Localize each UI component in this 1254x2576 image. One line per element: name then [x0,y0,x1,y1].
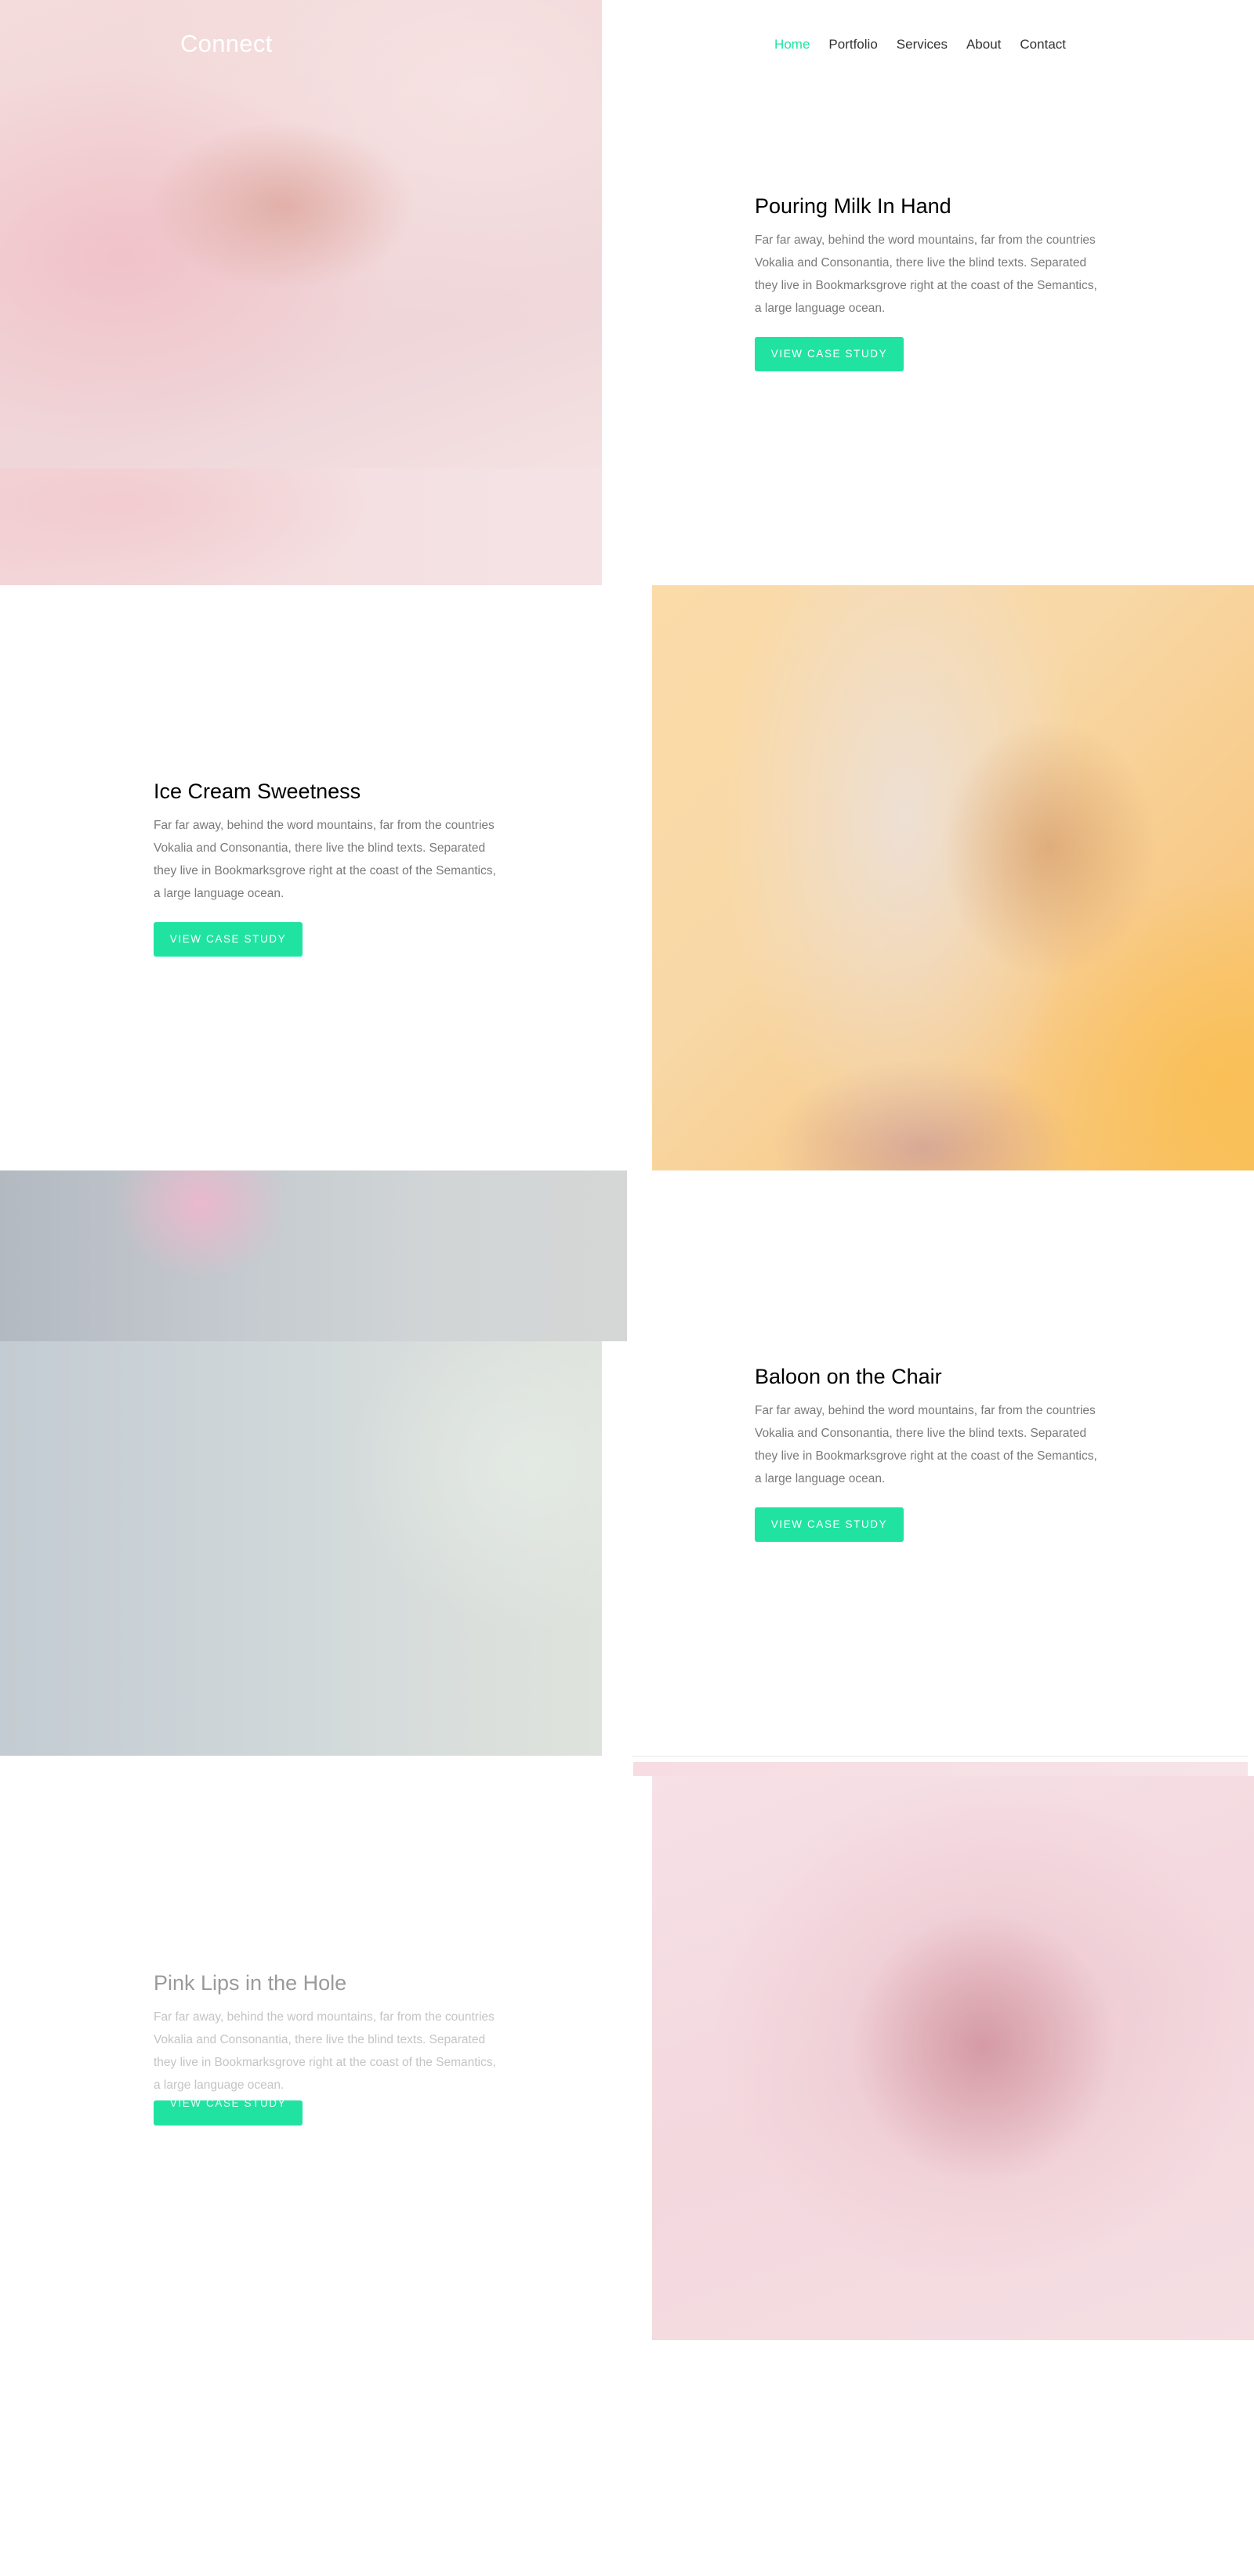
lips-photo [652,1776,1254,2340]
project-ice-cream: Ice Cream Sweetness Far far away, behind… [154,778,498,957]
project-pink-lips: Pink Lips in the Hole Far far away, behi… [154,1970,498,2126]
nav-portfolio[interactable]: Portfolio [828,36,877,53]
project-description: Far far away, behind the word mountains,… [154,2010,496,2092]
project-baloon: Baloon on the Chair Far far away, behind… [755,1363,1100,1542]
lips-photo-edge [633,1762,1248,1776]
milk-photo [0,0,602,585]
project-pouring-milk: Pouring Milk In Hand Far far away, behin… [755,193,1100,371]
view-case-study-button[interactable]: VIEW CASE STUDY [154,922,303,957]
project-title: Baloon on the Chair [755,1365,942,1388]
nav-contact[interactable]: Contact [1020,36,1066,53]
section-divider [632,1756,1248,1757]
project-description: Far far away, behind the word mountains,… [755,1404,1097,1485]
baloon-photo [0,1170,627,1756]
view-case-study-button[interactable]: VIEW CASE STUDY [755,337,904,371]
brand-logo[interactable]: Connect [180,30,273,58]
project-description: Far far away, behind the word mountains,… [154,819,496,900]
nav-about[interactable]: About [966,36,1001,53]
main-nav: Home Portfolio Services About Contact [756,36,1066,53]
ice-cream-photo [652,585,1254,1170]
project-description: Far far away, behind the word mountains,… [755,233,1097,315]
view-case-study-button[interactable]: VIEW CASE STUDY [154,2098,303,2126]
nav-home[interactable]: Home [774,36,810,53]
nav-services[interactable]: Services [897,36,948,53]
view-case-study-button[interactable]: VIEW CASE STUDY [755,1507,904,1542]
project-title: Pouring Milk In Hand [755,194,951,218]
project-title: Pink Lips in the Hole [154,1971,347,1995]
project-title: Ice Cream Sweetness [154,780,361,803]
